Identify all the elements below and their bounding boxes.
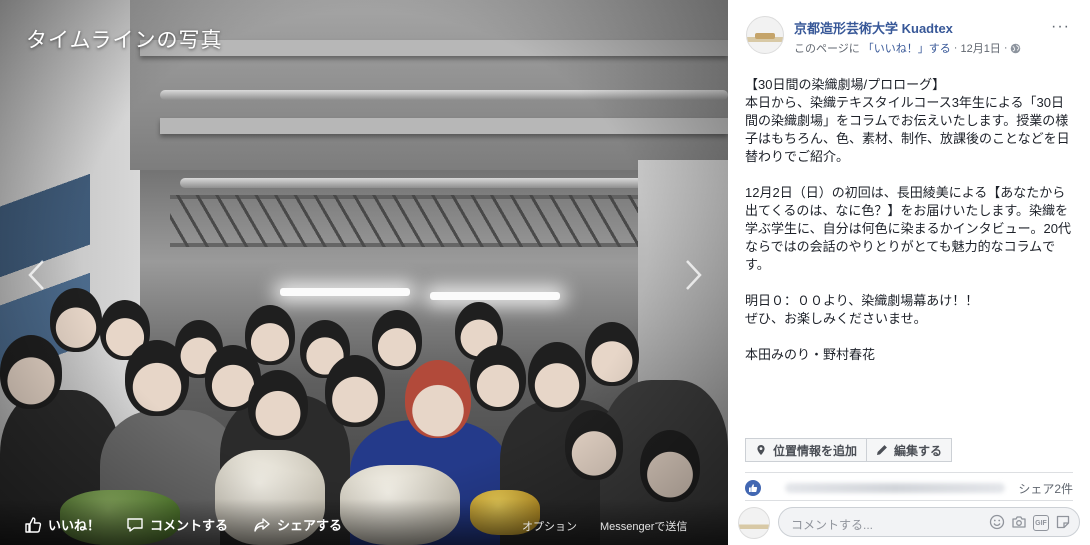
group-photo <box>0 0 728 545</box>
commenter-avatar <box>738 507 770 539</box>
like-button[interactable]: いいね！ <box>24 515 100 534</box>
previous-photo-button[interactable] <box>26 258 46 292</box>
emoji-icon <box>989 514 1005 530</box>
photo-action-bar: いいね！ コメントする シェアする オプション Messengerで送信 <box>0 499 728 545</box>
edit-button[interactable]: 編集する <box>867 438 953 462</box>
post-panel: 京都造形芸術大学 Kuadtex このページに 「いいね！」する · 12月1日… <box>728 0 1090 545</box>
sticker-icon <box>1056 515 1070 529</box>
chevron-left-icon <box>28 260 44 290</box>
photo-viewer: タイムラインの写真 いいね！ コメントする シェアする オプション Messen… <box>0 0 728 545</box>
post-paragraph: 明日０：００より、染織劇場幕あけ！！ ぜひ、お楽しみくださいませ。 <box>745 293 979 326</box>
send-in-messenger-link[interactable]: Messengerで送信 <box>600 518 687 534</box>
add-location-button[interactable]: 位置情報を追加 <box>745 438 868 462</box>
comment-label: コメントする <box>150 518 229 533</box>
next-photo-button[interactable] <box>684 258 704 292</box>
post-edit-chips: 位置情報を追加 編集する <box>745 438 953 462</box>
share-icon <box>254 517 270 532</box>
comment-input[interactable]: コメントする... GIF <box>778 507 1080 537</box>
add-location-label: 位置情報を追加 <box>773 443 858 458</box>
pencil-icon <box>877 445 887 455</box>
like-reaction-icon[interactable] <box>745 480 761 496</box>
location-pin-icon <box>757 445 765 455</box>
comment-button[interactable]: コメントする <box>126 515 228 534</box>
post-subline: このページに 「いいね！」する · 12月1日 · <box>794 40 1021 56</box>
share-label: シェアする <box>277 518 343 533</box>
page-avatar[interactable] <box>746 16 784 54</box>
post-date[interactable]: 12月1日 <box>960 40 1000 56</box>
emoji-button[interactable] <box>989 514 1005 530</box>
reactors-names[interactable] <box>785 483 1005 493</box>
like-page-prefix: このページに <box>794 43 860 55</box>
comment-tools: GIF <box>989 514 1071 531</box>
reaction-summary: シェア2件 <box>745 478 1073 498</box>
photo-button[interactable] <box>1011 514 1027 530</box>
like-label: いいね！ <box>48 518 101 533</box>
more-options-icon[interactable]: ··· <box>1051 18 1070 36</box>
chevron-right-icon <box>686 260 702 290</box>
sticker-button[interactable] <box>1055 514 1071 530</box>
comment-composer: コメントする... GIF <box>738 505 1080 539</box>
divider <box>745 472 1073 473</box>
share-button[interactable]: シェアする <box>253 515 342 534</box>
globe-icon <box>1011 43 1021 53</box>
options-link[interactable]: オプション <box>522 518 577 534</box>
share-count[interactable]: シェア2件 <box>1018 480 1073 497</box>
thumbs-up-icon <box>25 516 42 533</box>
comment-placeholder: コメントする... <box>791 518 874 532</box>
post-paragraph: 【30日間の染織劇場/プロローグ】 本日から、染織テキスタイルコース3年生による… <box>745 77 1070 164</box>
post-body: 【30日間の染織劇場/プロローグ】 本日から、染織テキスタイルコース3年生による… <box>745 76 1075 364</box>
gif-icon[interactable]: GIF <box>1033 515 1049 531</box>
viewer-title: タイムラインの写真 <box>26 29 223 52</box>
divider <box>745 500 1073 501</box>
page-name-link[interactable]: 京都造形芸術大学 Kuadtex <box>794 18 953 37</box>
post-paragraph: 12月2日（日）の初回は、長田綾美による【あなたから出てくるのは、なに色？】をお… <box>745 185 1071 272</box>
edit-label: 編集する <box>894 443 943 458</box>
comment-icon <box>127 517 143 532</box>
like-page-link[interactable]: 「いいね！」する <box>863 40 951 56</box>
camera-icon <box>1012 516 1026 528</box>
post-paragraph: 本田みのり・野村春花 <box>745 347 876 362</box>
